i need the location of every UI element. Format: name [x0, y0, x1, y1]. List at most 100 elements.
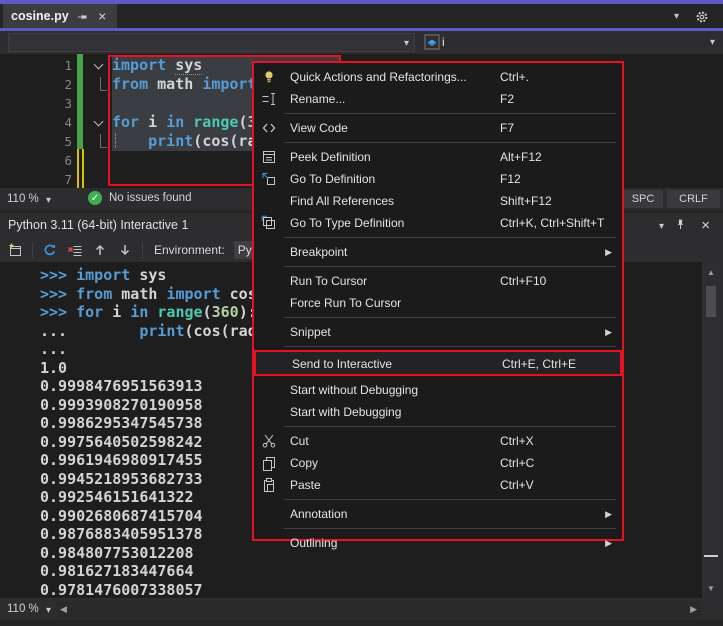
menu-item-quick-actions-and-refactorings[interactable]: Quick Actions and Refactorings... Ctrl+.: [254, 66, 622, 88]
menu-item-view-code[interactable]: View CodeF7: [254, 117, 622, 139]
fold-chevron-icon[interactable]: [94, 60, 104, 70]
code-token: 0.9945218953682733: [40, 470, 203, 488]
code-token: >>>: [40, 303, 76, 321]
menu-item-start-without-debugging[interactable]: Start without Debugging: [254, 379, 622, 401]
menu-item-annotation[interactable]: Annotation▶: [254, 503, 622, 525]
code-token: 1.0: [40, 359, 67, 377]
horizontal-scrollbar[interactable]: ◀ ▶: [56, 601, 701, 617]
menu-item-label: Cut: [290, 434, 309, 448]
interactive-line: 0.9961946980917455: [40, 451, 203, 470]
menu-item-peek-definition[interactable]: Peek DefinitionAlt+F12: [254, 146, 622, 168]
interactive-line: 0.9781476007338057: [40, 581, 203, 599]
menu-item-send-to-interactive[interactable]: Send to Interactive Ctrl+E, Ctrl+E: [254, 350, 622, 376]
menu-item-cut[interactable]: CutCtrl+X: [254, 430, 622, 452]
toolbar-separator: [32, 242, 33, 258]
context-menu-items: Quick Actions and Refactorings... Ctrl+. R…: [254, 66, 622, 554]
menu-item-shortcut: Ctrl+.: [500, 70, 529, 84]
menu-item-force-run-to-cursor[interactable]: Force Run To Cursor: [254, 292, 622, 314]
menu-item-label: Peek Definition: [290, 150, 371, 164]
code-token: 0.9998476951563913: [40, 377, 203, 395]
code-token: 0.992546151641322: [40, 488, 194, 506]
menu-item-label: Quick Actions and Refactorings...: [290, 70, 467, 84]
scroll-right-icon[interactable]: ▶: [690, 604, 697, 615]
zoom-chevron-icon[interactable]: ▾: [46, 606, 51, 616]
clear-screen-icon[interactable]: [67, 242, 83, 258]
scroll-down-icon[interactable]: ▼: [702, 584, 720, 593]
space-indent-indicator[interactable]: SPC: [623, 190, 663, 208]
submenu-arrow-icon: ▶: [605, 327, 612, 338]
scroll-left-icon[interactable]: ◀: [60, 604, 67, 615]
menu-item-snippet[interactable]: Snippet▶: [254, 321, 622, 343]
interactive-line: 0.992546151641322: [40, 488, 194, 507]
code-token: math: [112, 285, 166, 303]
navigation-dropdown[interactable]: ▾: [8, 33, 415, 52]
rename-icon: [261, 91, 277, 107]
new-interactive-window-icon[interactable]: [7, 242, 23, 258]
code-token: 0.9986295347545738: [40, 414, 203, 432]
code-token: in: [130, 303, 148, 321]
python-interactive-icon: [424, 34, 440, 50]
menu-item-shortcut: Ctrl+V: [500, 478, 534, 492]
scroll-up-icon[interactable]: ▲: [702, 268, 720, 277]
menu-separator: [284, 266, 616, 267]
pin-icon[interactable]: [674, 218, 687, 231]
menu-item-go-to-type-definition[interactable]: Go To Type DefinitionCtrl+K, Ctrl+Shift+…: [254, 212, 622, 234]
menu-item-outlining[interactable]: Outlining▶: [254, 532, 622, 554]
fold-chevron-icon[interactable]: [94, 117, 104, 127]
history-next-icon[interactable]: [117, 242, 133, 258]
gear-icon[interactable]: [695, 10, 709, 24]
environment-label: Environment:: [154, 243, 225, 257]
fold-guide: [100, 134, 107, 148]
interactive-line: 0.9902680687415704: [40, 507, 203, 526]
tab-list-chevron-icon[interactable]: ▾: [674, 12, 679, 22]
code-token: 0.9975640502598242: [40, 433, 203, 451]
code-token: from: [76, 285, 112, 303]
scrollbar-thumb[interactable]: [706, 286, 716, 317]
menu-separator: [284, 499, 616, 500]
menu-item-start-with-debugging[interactable]: Start with Debugging: [254, 401, 622, 423]
interactive-zoom-level[interactable]: 110 %: [7, 603, 39, 615]
menu-item-label: Send to Interactive: [292, 357, 392, 371]
menu-item-label: Outlining: [290, 536, 337, 550]
tab-cosine-py[interactable]: cosine.py ×: [3, 4, 117, 28]
health-message: No issues found: [109, 192, 191, 204]
interactive-window-button[interactable]: i: [424, 34, 445, 50]
menu-item-breakpoint[interactable]: Breakpoint▶: [254, 241, 622, 263]
editor-zoom-level[interactable]: 110 %: [7, 193, 39, 205]
menu-item-rename[interactable]: Rename...F2: [254, 88, 622, 110]
menu-item-shortcut: Ctrl+E, Ctrl+E: [502, 357, 576, 371]
submenu-arrow-icon: ▶: [605, 509, 612, 520]
menu-item-label: Breakpoint: [290, 245, 347, 259]
menu-item-run-to-cursor[interactable]: Run To CursorCtrl+F10: [254, 270, 622, 292]
toolbar-separator: [142, 242, 143, 258]
code-health-indicator[interactable]: ✓ No issues found: [88, 191, 191, 205]
interactive-line: 0.9986295347545738: [40, 414, 203, 433]
close-icon[interactable]: ×: [96, 10, 109, 23]
reset-interactive-icon[interactable]: [42, 242, 58, 258]
line-number: 5: [0, 132, 72, 151]
vertical-scrollbar[interactable]: ▲ ▼: [702, 262, 720, 598]
history-previous-icon[interactable]: [92, 242, 108, 258]
copy-icon: [261, 455, 277, 471]
interactive-line: >>> for i in range(360):: [40, 303, 257, 322]
code-token: >>>: [40, 285, 76, 303]
zoom-chevron-icon[interactable]: ▾: [46, 196, 51, 206]
code-token: print: [139, 322, 184, 340]
code-token: range: [157, 303, 202, 321]
menu-item-shortcut: Ctrl+F10: [500, 274, 546, 288]
close-icon[interactable]: ×: [701, 217, 710, 234]
menu-item-paste[interactable]: PasteCtrl+V: [254, 474, 622, 496]
code-token: >>>: [40, 266, 76, 284]
code-token: for: [76, 303, 103, 321]
menu-separator: [284, 346, 616, 347]
window-position-chevron-icon[interactable]: ▾: [659, 222, 664, 232]
menu-item-go-to-definition[interactable]: Go To DefinitionF12: [254, 168, 622, 190]
menu-item-find-all-references[interactable]: Find All ReferencesShift+F12: [254, 190, 622, 212]
toolbar-options-chevron-icon[interactable]: ▾: [710, 38, 715, 48]
menu-item-copy[interactable]: CopyCtrl+C: [254, 452, 622, 474]
line-ending-indicator[interactable]: CRLF: [667, 190, 720, 208]
menu-item-label: Copy: [290, 456, 318, 470]
navigation-bar: ▾ i ▾: [0, 31, 723, 54]
code-token: 0.9961946980917455: [40, 451, 203, 469]
pin-icon[interactable]: [76, 10, 89, 23]
